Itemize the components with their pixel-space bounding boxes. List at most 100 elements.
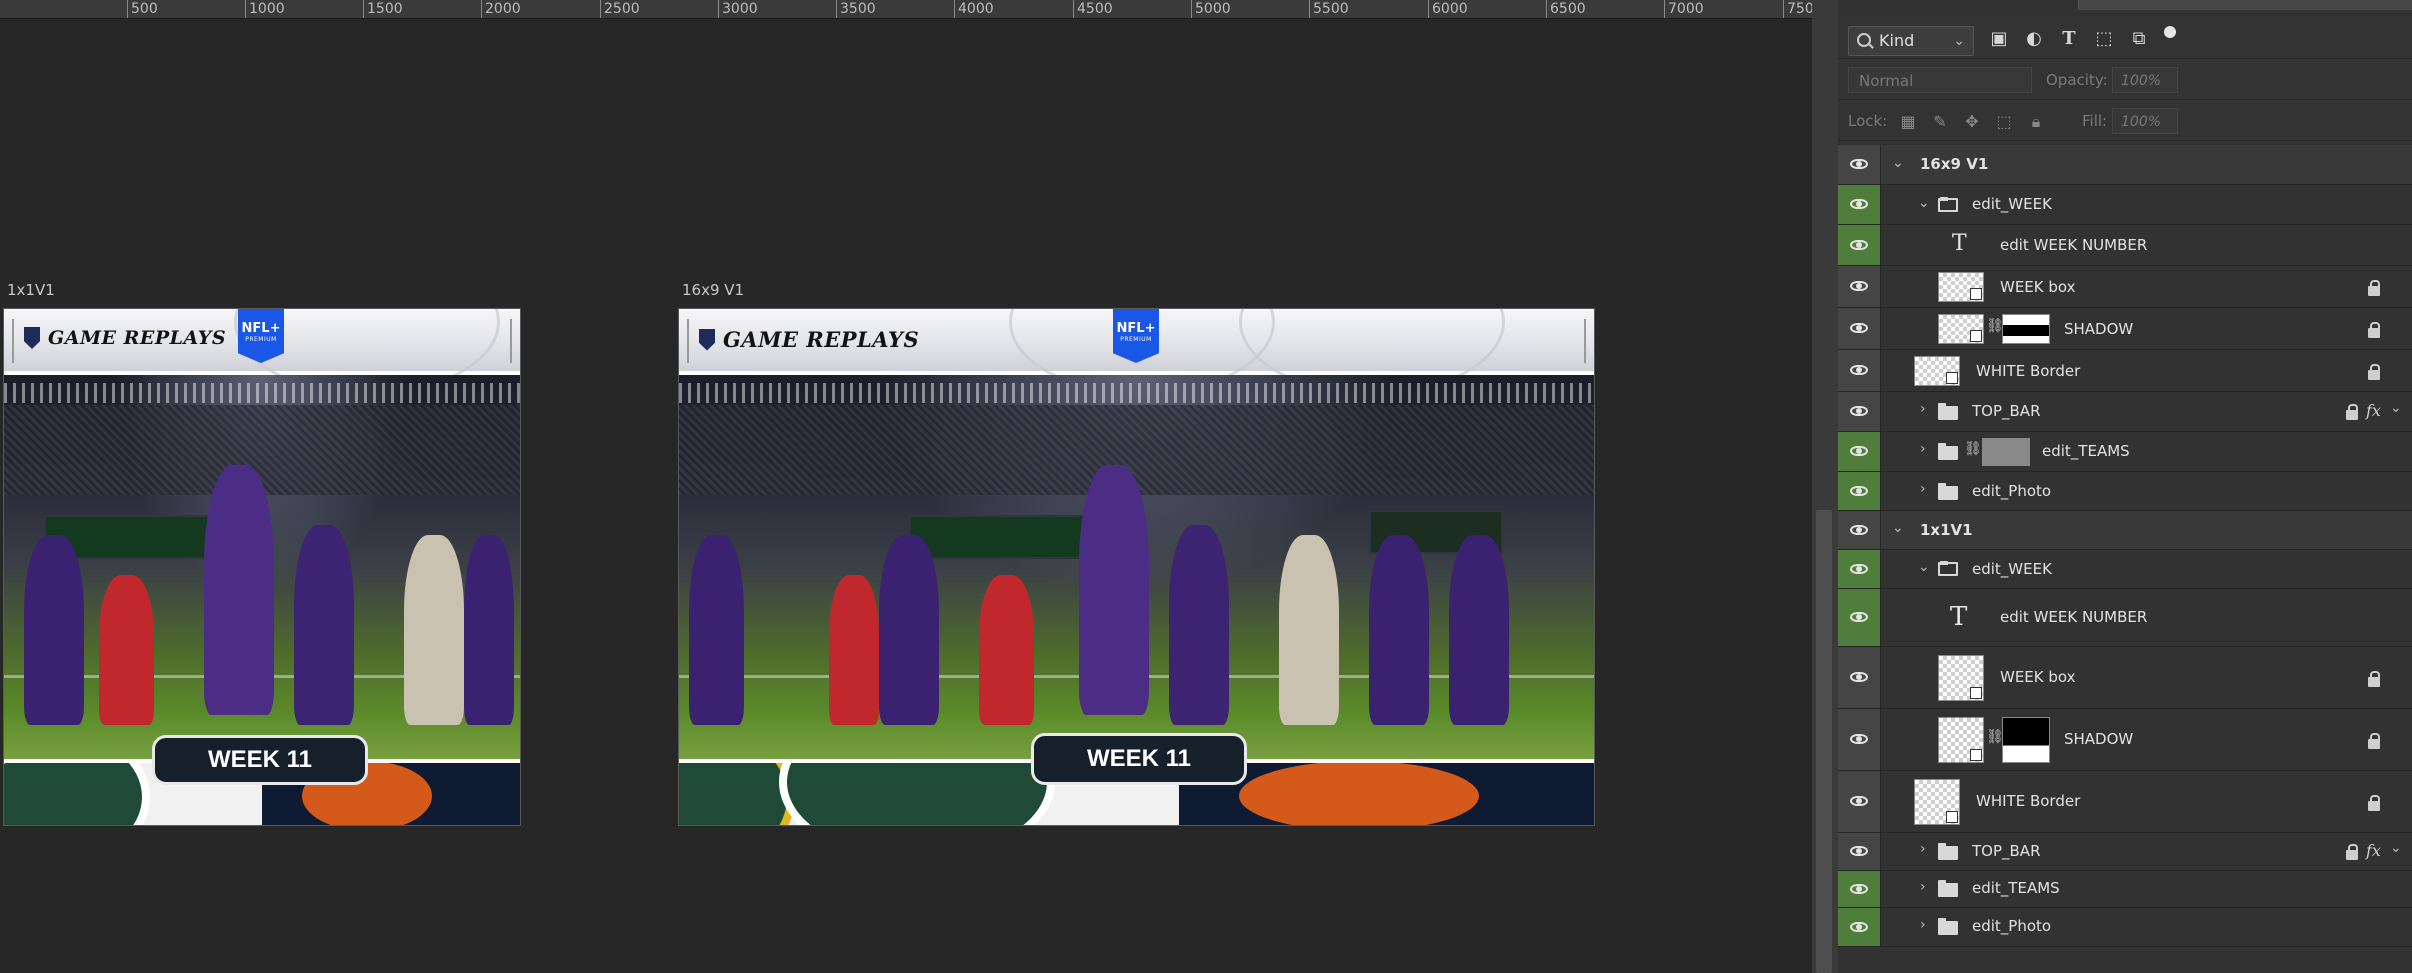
eye-icon bbox=[1850, 365, 1868, 375]
visibility-toggle[interactable] bbox=[1838, 908, 1881, 946]
fx-icon[interactable]: fx bbox=[2366, 841, 2381, 860]
document-canvas[interactable]: 500 1000 1500 2000 2500 3000 3500 4000 4… bbox=[0, 0, 1812, 973]
layer-row-smart[interactable]: ⛓ SHADOW bbox=[1838, 308, 2412, 350]
layer-row-group[interactable]: › ⛓ edit_TEAMS bbox=[1838, 432, 2412, 472]
layer-row-artboard[interactable]: ⌄ 16x9 V1 bbox=[1838, 145, 2412, 185]
lock-position-icon[interactable]: ✥ bbox=[1962, 112, 1982, 132]
ruler-tick: 2000 bbox=[481, 0, 521, 18]
visibility-toggle[interactable] bbox=[1838, 771, 1881, 832]
smart-object-filter-icon[interactable]: ⧉ bbox=[2128, 28, 2150, 50]
visibility-toggle[interactable] bbox=[1838, 350, 1881, 391]
smart-object-icon bbox=[1970, 687, 1982, 699]
chevron-right-icon[interactable]: › bbox=[1920, 841, 1926, 857]
panel-tab-strip bbox=[2078, 0, 2412, 10]
visibility-toggle[interactable] bbox=[1838, 550, 1881, 588]
lock-all-icon[interactable]: 🔒︎ bbox=[2026, 112, 2046, 132]
layer-row-smart[interactable]: ⛓ SHADOW bbox=[1838, 709, 2412, 771]
link-icon[interactable]: ⛓ bbox=[1964, 441, 1982, 457]
filter-toggle-icon[interactable] bbox=[2164, 26, 2176, 38]
chevron-right-icon[interactable]: › bbox=[1920, 441, 1926, 457]
chevron-down-icon[interactable]: ⌄ bbox=[2390, 840, 2402, 856]
layer-row-artboard[interactable]: ⌄ 1x1V1 bbox=[1838, 511, 2412, 550]
fill-field[interactable]: 100% bbox=[2112, 108, 2178, 134]
visibility-toggle[interactable] bbox=[1838, 589, 1881, 646]
badge-subtitle: PREMIUM bbox=[245, 336, 277, 343]
layer-row-text[interactable]: T edit WEEK NUMBER bbox=[1838, 589, 2412, 647]
visibility-toggle[interactable] bbox=[1838, 647, 1881, 708]
layer-row-smart[interactable]: WHITE Border bbox=[1838, 771, 2412, 833]
layer-mask-thumbnail bbox=[2002, 314, 2050, 344]
blend-mode-select[interactable]: Normal bbox=[1848, 67, 2032, 93]
image-filter-icon[interactable]: ▣ bbox=[1988, 28, 2010, 50]
visibility-toggle[interactable] bbox=[1838, 432, 1881, 471]
scrollbar-thumb[interactable] bbox=[1816, 510, 1832, 973]
horizontal-ruler[interactable]: 500 1000 1500 2000 2500 3000 3500 4000 4… bbox=[0, 0, 1812, 19]
chevron-right-icon[interactable]: › bbox=[1920, 401, 1926, 417]
layer-row-text[interactable]: T edit WEEK NUMBER bbox=[1838, 225, 2412, 266]
filter-kind-select[interactable]: Kind ⌄ bbox=[1848, 26, 1974, 56]
chevron-down-icon[interactable]: ⌄ bbox=[1918, 559, 1930, 575]
layer-thumbnail bbox=[1938, 314, 1984, 344]
fx-icon[interactable]: fx bbox=[2366, 401, 2381, 420]
layer-row-group[interactable]: › edit_TEAMS bbox=[1838, 871, 2412, 908]
folder-open-icon bbox=[1938, 197, 1958, 212]
layer-row-smart[interactable]: WEEK box bbox=[1838, 647, 2412, 709]
visibility-toggle[interactable] bbox=[1838, 145, 1881, 184]
player bbox=[99, 575, 154, 725]
ruler-tick: 4500 bbox=[1073, 0, 1113, 18]
type-filter-icon[interactable]: T bbox=[2058, 28, 2080, 50]
text-layer-icon: T bbox=[1952, 231, 1967, 256]
chevron-right-icon[interactable]: › bbox=[1920, 481, 1926, 497]
panel-scrollbar[interactable] bbox=[1812, 0, 1838, 973]
visibility-toggle[interactable] bbox=[1838, 511, 1881, 549]
visibility-toggle[interactable] bbox=[1838, 392, 1881, 431]
layer-row-group[interactable]: › edit_Photo bbox=[1838, 908, 2412, 947]
crowd bbox=[4, 405, 520, 495]
visibility-toggle[interactable] bbox=[1838, 833, 1881, 870]
lock-image-pixels-icon[interactable]: ✎ bbox=[1930, 112, 1950, 132]
chicago-bear-mark bbox=[1239, 763, 1479, 825]
layer-row-group[interactable]: ⌄ edit_WEEK bbox=[1838, 185, 2412, 225]
eye-icon bbox=[1850, 796, 1868, 806]
eye-icon bbox=[1850, 281, 1868, 291]
lock-artboard-icon[interactable]: ⬚ bbox=[1994, 112, 2014, 132]
shape-filter-icon[interactable]: ⬚ bbox=[2093, 28, 2115, 50]
visibility-toggle[interactable] bbox=[1838, 308, 1881, 349]
visibility-toggle[interactable] bbox=[1838, 871, 1881, 907]
layer-row-group[interactable]: › edit_Photo bbox=[1838, 472, 2412, 511]
opacity-field[interactable]: 100% bbox=[2112, 67, 2178, 93]
eye-icon bbox=[1850, 486, 1868, 496]
visibility-toggle[interactable] bbox=[1838, 472, 1881, 510]
adjustment-filter-icon[interactable]: ◐ bbox=[2023, 28, 2045, 50]
artboard-label[interactable]: 1x1V1 bbox=[7, 281, 55, 299]
layer-row-group[interactable]: › TOP_BAR fx ⌄ bbox=[1838, 392, 2412, 432]
eye-icon bbox=[1850, 564, 1868, 574]
layer-row-group[interactable]: › TOP_BAR fx ⌄ bbox=[1838, 833, 2412, 871]
visibility-toggle[interactable] bbox=[1838, 185, 1881, 224]
artboard-label[interactable]: 16x9 V1 bbox=[682, 281, 744, 299]
layer-row-smart[interactable]: WEEK box bbox=[1838, 266, 2412, 308]
lock-transparent-pixels-icon[interactable]: ▦ bbox=[1898, 112, 1918, 132]
week-label: WEEK 11 bbox=[152, 735, 368, 785]
layer-row-group[interactable]: ⌄ edit_WEEK bbox=[1838, 550, 2412, 589]
badge-title: NFL+ bbox=[1116, 321, 1156, 336]
chevron-down-icon[interactable]: ⌄ bbox=[1892, 520, 1904, 536]
chevron-down-icon[interactable]: ⌄ bbox=[1892, 155, 1904, 171]
visibility-toggle[interactable] bbox=[1838, 266, 1881, 307]
chevron-right-icon[interactable]: › bbox=[1920, 879, 1926, 895]
text-layer-icon: T bbox=[1950, 602, 1968, 632]
chevron-right-icon[interactable]: › bbox=[1920, 917, 1926, 933]
layer-row-smart[interactable]: WHITE Border bbox=[1838, 350, 2412, 392]
eye-icon bbox=[1850, 846, 1868, 856]
opacity-label: Opacity: bbox=[2046, 71, 2108, 89]
visibility-toggle[interactable] bbox=[1838, 225, 1881, 265]
visibility-toggle[interactable] bbox=[1838, 709, 1881, 770]
artboard-1x1[interactable]: GAME REPLAYS NFL+ PREMIUM WEEK 11 bbox=[3, 308, 521, 826]
chevron-down-icon[interactable]: ⌄ bbox=[2390, 400, 2402, 416]
search-icon bbox=[1857, 33, 1871, 47]
lock-icon bbox=[2368, 322, 2380, 338]
chevron-down-icon[interactable]: ⌄ bbox=[1918, 195, 1930, 211]
artboard-16x9[interactable]: GAME REPLAYS NFL+ PREMIUM WEEK 11 bbox=[678, 308, 1595, 826]
ruler-tick: 6000 bbox=[1428, 0, 1468, 18]
folder-open-icon bbox=[1938, 561, 1958, 576]
